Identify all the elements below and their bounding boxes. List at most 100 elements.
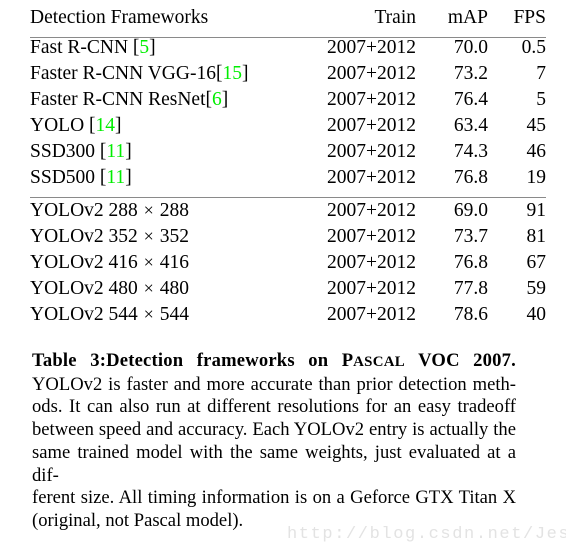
caption-line: ferent size. All timing information is o… [32,487,516,509]
framework-name-suffix: 416 [154,252,189,273]
table-caption: Table 3:Detection frameworks on PASCAL V… [32,350,516,533]
cell-train: 2007+2012 [327,200,416,221]
table-row: Fast R-CNN [5] 2007+2012 70.0 0.5 [30,38,546,65]
citation-number[interactable]: 15 [222,63,242,84]
framework-name-text: Faster R-CNN VGG-16[ [30,63,223,84]
framework-name-suffix: 480 [154,278,189,299]
multiplication-sign: × [143,304,154,324]
cell-framework-name: YOLOv2 352 × 352 [30,227,292,253]
citation-number[interactable]: 14 [96,115,116,136]
cell-fps: 7 [536,63,546,84]
framework-name-suffix: ] [115,115,122,136]
citation-number[interactable]: 11 [106,167,125,188]
cell-train: 2007+2012 [292,168,416,198]
multiplication-sign: × [143,278,154,298]
cell-fps: 45 [526,115,547,136]
framework-name-suffix: ] [125,167,132,188]
caption-line: ods. It can also run at different resolu… [32,396,516,418]
framework-name-text: Fast R-CNN [ [30,37,140,58]
framework-name-suffix: 544 [154,304,189,325]
table-row: Faster R-CNN ResNet[6] 2007+2012 76.4 5 [30,90,546,116]
cell-fps: 46 [526,141,547,162]
cell-framework-name: YOLOv2 544 × 544 [30,305,292,331]
framework-name-suffix: 288 [154,200,189,221]
watermark-url: http://blog.csdn.net/Jesse_Mx [287,525,566,544]
cell-map: 73.2 [453,63,488,84]
caption-body: YOLOv2 is faster and more accurate than … [32,374,516,533]
caption-pascal-smallcaps: ASCAL [353,354,406,370]
table-row: Faster R-CNN VGG-16[15] 2007+2012 73.2 7 [30,64,546,90]
cell-map: 69.0 [453,200,488,221]
caption-title-part2: VOC 2007. [405,350,516,371]
table-header: Detection Frameworks Train mAP FPS [30,8,546,38]
cell-fps: 91 [526,200,547,221]
cell-train: 2007+2012 [327,37,416,58]
caption-line: between speed and accuracy. Each YOLOv2 … [32,419,516,441]
table-row: YOLOv2 544 × 544 2007+2012 78.6 40 [30,305,546,331]
framework-name-text: YOLOv2 416 [30,252,143,273]
caption-line: YOLOv2 is faster and more accurate than … [32,373,516,395]
caption-pascal-initial: P [341,350,354,371]
table-row: YOLO [14] 2007+2012 63.4 45 [30,116,546,142]
framework-name-suffix: ] [241,63,249,84]
column-header-train: Train [292,8,416,38]
table-row: YOLOv2 416 × 416 2007+2012 76.8 67 [30,253,546,279]
cell-map: 76.8 [416,168,488,198]
cell-map: 73.7 [453,226,488,247]
caption-title-part1: Detection frameworks on [106,350,342,371]
multiplication-sign: × [143,200,154,220]
cell-map: 76.4 [453,89,488,110]
cell-framework-name: Fast R-CNN [5] [30,38,292,65]
cell-framework-name: YOLOv2 288 × 288 [30,198,292,228]
cell-fps: 19 [488,168,546,198]
cell-train: 2007+2012 [327,278,416,299]
cell-framework-name: SSD500 [11] [30,168,292,198]
table-header-row: Detection Frameworks Train mAP FPS [30,8,546,38]
cell-framework-name: Faster R-CNN VGG-16[15] [30,64,292,90]
framework-name-text: SSD300 [ [30,141,107,162]
cell-train: 2007+2012 [327,304,416,325]
multiplication-sign: × [143,252,154,272]
cell-fps: 67 [526,252,547,273]
detection-frameworks-table: Detection Frameworks Train mAP FPS Fast … [30,8,546,331]
table-row: SSD300 [11] 2007+2012 74.3 46 [30,142,546,168]
table-row: YOLOv2 352 × 352 2007+2012 73.7 81 [30,227,546,253]
cell-map: 63.4 [453,115,488,136]
framework-name-text: YOLOv2 288 [30,200,143,221]
results-table-container: Detection Frameworks Train mAP FPS Fast … [30,8,546,331]
cell-framework-name: Faster R-CNN ResNet[6] [30,90,292,116]
framework-name-suffix: ] [221,89,229,110]
table-row: YOLOv2 288 × 288 2007+2012 69.0 91 [30,198,546,228]
framework-name-text: Faster R-CNN ResNet[ [30,89,212,110]
cell-map: 76.8 [453,252,488,273]
cell-fps: 0.5 [521,37,546,58]
multiplication-sign: × [143,226,154,246]
cell-map: 78.6 [453,304,488,325]
column-header-map: mAP [416,8,488,38]
cell-framework-name: YOLOv2 416 × 416 [30,253,292,279]
table-body: Fast R-CNN [5] 2007+2012 70.0 0.5 Faster R-C… [30,38,546,332]
column-header-detection-frameworks: Detection Frameworks [30,8,292,38]
framework-name-text: YOLOv2 352 [30,226,143,247]
cell-framework-name: SSD300 [11] [30,142,292,168]
table-row: YOLOv2 480 × 480 2007+2012 77.8 59 [30,279,546,305]
caption-first-line: Table 3:Detection frameworks on PASCAL V… [32,350,516,374]
framework-name-suffix: ] [149,37,156,58]
citation-number[interactable]: 5 [139,37,149,58]
cell-fps: 59 [526,278,547,299]
caption-line: same trained model with the same weights… [32,441,516,486]
framework-name-text: YOLOv2 480 [30,278,143,299]
cell-fps: 40 [526,304,547,325]
framework-name-suffix: ] [125,141,132,162]
citation-number[interactable]: 11 [106,141,125,162]
citation-number[interactable]: 6 [212,89,222,110]
cell-train: 2007+2012 [327,89,416,110]
column-header-fps: FPS [488,8,546,38]
cell-fps: 81 [526,226,547,247]
cell-map: 74.3 [453,141,488,162]
cell-train: 2007+2012 [327,63,416,84]
cell-train: 2007+2012 [327,141,416,162]
page-canvas: Detection Frameworks Train mAP FPS Fast … [0,0,566,557]
cell-train: 2007+2012 [327,226,416,247]
table-row: SSD500 [11] 2007+2012 76.8 19 [30,168,546,198]
